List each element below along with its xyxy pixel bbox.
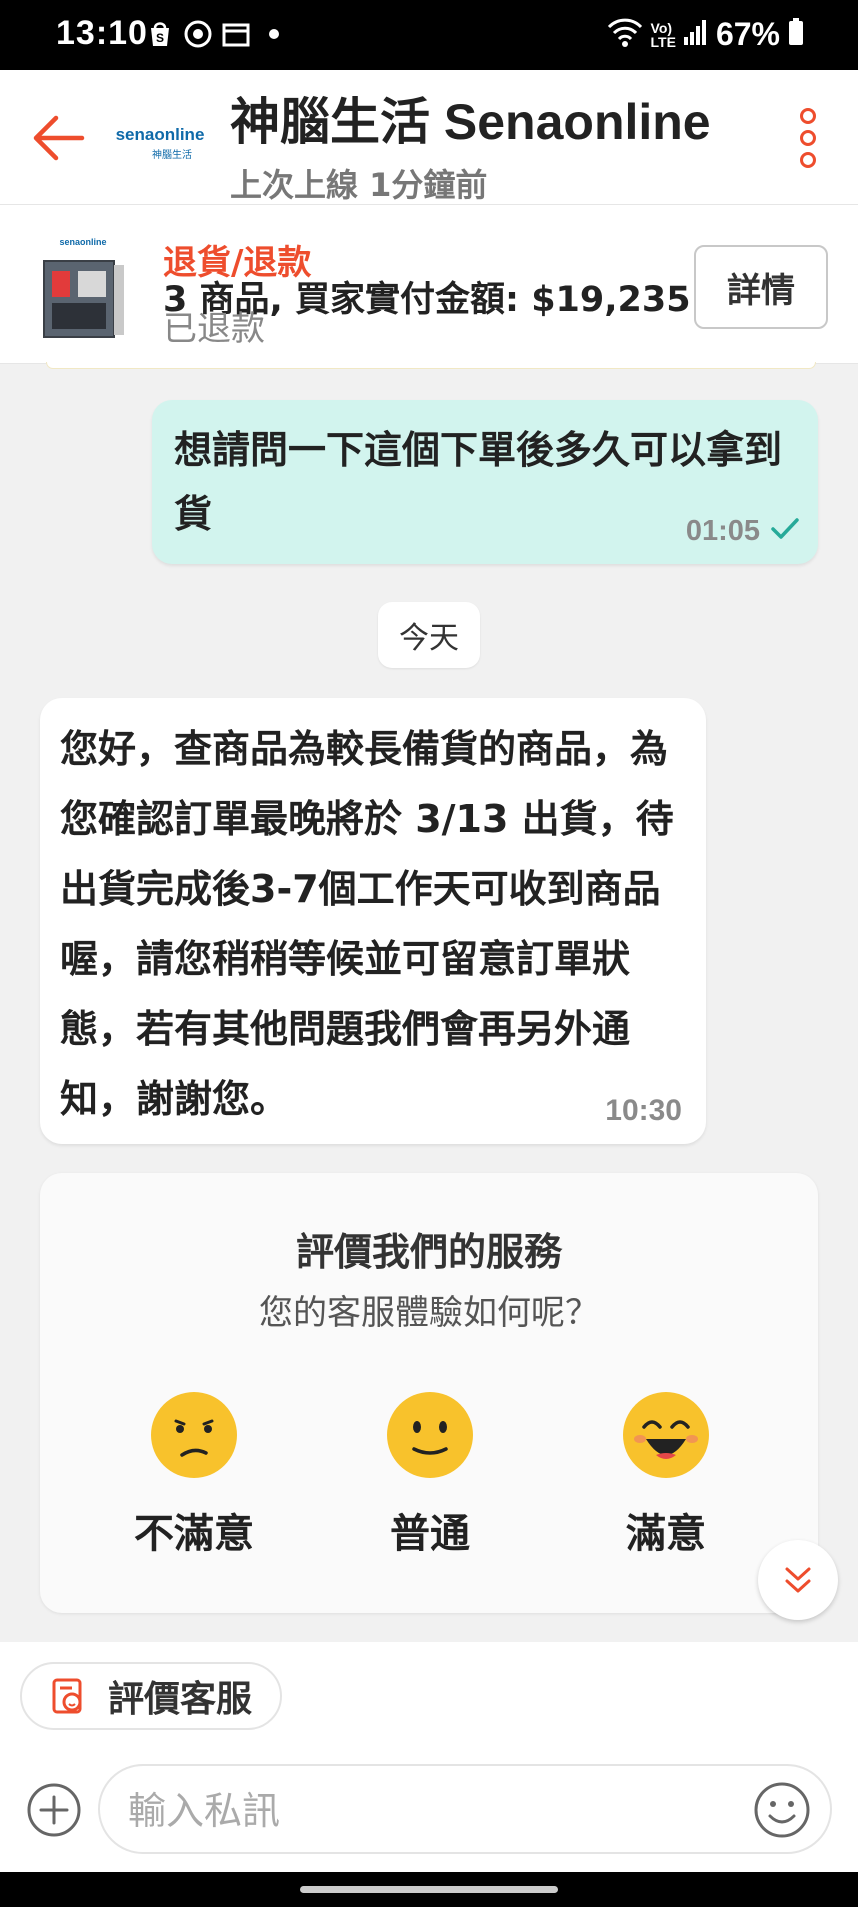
gesture-navigation-bar: [0, 1872, 858, 1907]
svg-text:senaonline: senaonline: [59, 237, 106, 247]
composer-area: 評價客服: [0, 1642, 858, 1907]
rating-option-dissatisfied[interactable]: 不滿意: [84, 1391, 304, 1559]
wifi-icon: [607, 17, 643, 52]
rating-title: 評價我們的服務: [295, 1230, 562, 1274]
shop-name[interactable]: 神腦生活 Senaonline: [230, 82, 711, 154]
status-time: 13:10: [56, 14, 148, 52]
message-text: 您好，查商品為較長備貨的商品，為您確認訂單最晚將於 3/13 出貨，待出貨完成後…: [60, 727, 674, 1121]
battery-percent: 67%: [715, 16, 780, 52]
rating-option-label: 不滿意: [134, 1511, 254, 1557]
refund-status: 已退款: [163, 309, 265, 349]
rating-option-satisfied[interactable]: 滿意: [556, 1391, 776, 1559]
rate-service-icon: [48, 1676, 88, 1716]
last-online-status: 上次上線 1分鐘前: [230, 166, 488, 204]
product-thumbnail: senaonline: [38, 231, 128, 341]
rating-subtitle: 您的客服體驗如何呢？: [259, 1293, 599, 1333]
rate-service-label: 評價客服: [108, 1679, 253, 1720]
message-input-box[interactable]: [98, 1764, 832, 1854]
svg-text:神腦生活: 神腦生活: [152, 148, 192, 161]
message-time: 01:05: [685, 515, 760, 547]
message-time: 10:30: [605, 1094, 682, 1127]
add-attachment-icon[interactable]: [26, 1782, 82, 1838]
date-separator: 今天: [378, 602, 480, 668]
more-options-icon[interactable]: [796, 108, 820, 168]
svg-text:senaonline: senaonline: [116, 125, 205, 144]
signal-icon: [683, 19, 708, 50]
scroll-to-bottom-button[interactable]: [758, 1540, 838, 1620]
sad-face-icon: [150, 1391, 238, 1479]
message-input[interactable]: [126, 1782, 690, 1840]
outgoing-message[interactable]: 想請問一下這個下單後多久可以拿到貨 01:05: [152, 400, 818, 564]
emoji-icon[interactable]: [750, 1778, 814, 1842]
volte-icon: Vo) LTE: [650, 19, 676, 50]
dot-icon: [260, 20, 288, 48]
order-card[interactable]: senaonline 退貨/退款 3 商品, 買家實付金額: $19,235 已…: [0, 205, 858, 364]
calendar-icon: [222, 20, 250, 48]
shop-logo[interactable]: senaonline 神腦生活: [110, 116, 210, 168]
happy-face-icon: [622, 1391, 710, 1479]
chrome-icon: [184, 20, 212, 48]
message-edge: [46, 362, 816, 369]
status-bar: 13:10 S Vo) LTE 67%: [0, 0, 858, 70]
rate-service-chip[interactable]: 評價客服: [20, 1662, 282, 1730]
incoming-message[interactable]: 您好，查商品為較長備貨的商品，為您確認訂單最晚將於 3/13 出貨，待出貨完成後…: [40, 698, 706, 1144]
detail-button[interactable]: 詳情: [694, 245, 828, 329]
read-check-icon: [770, 515, 800, 548]
neutral-face-icon: [386, 1391, 474, 1479]
rating-option-label: 滿意: [626, 1511, 706, 1557]
rating-option-label: 普通: [390, 1511, 470, 1557]
back-arrow-icon[interactable]: [30, 110, 86, 166]
chat-header: senaonline 神腦生活 神腦生活 Senaonline 上次上線 1分鐘…: [0, 70, 858, 205]
rating-card: 評價我們的服務 您的客服體驗如何呢？ 不滿意 普通 滿意: [40, 1173, 818, 1613]
rating-option-neutral[interactable]: 普通: [320, 1391, 540, 1559]
svg-text:S: S: [156, 31, 164, 45]
battery-icon: [788, 18, 804, 51]
shopping-bag-icon: S: [146, 20, 174, 48]
double-chevron-down-icon: [785, 1567, 811, 1593]
